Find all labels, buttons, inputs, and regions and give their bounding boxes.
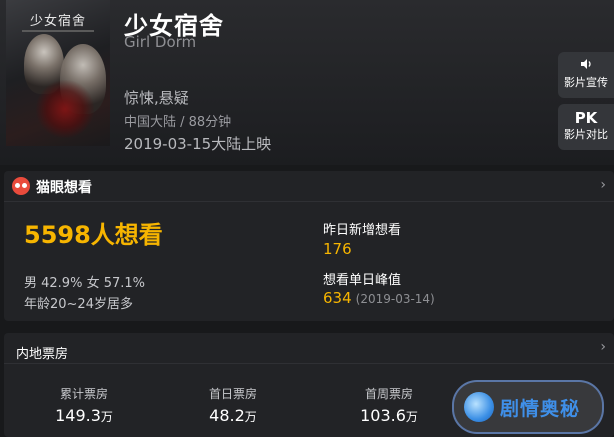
chevron-right-icon[interactable]: › bbox=[600, 339, 606, 355]
movie-genre: 惊悚,悬疑 bbox=[124, 89, 189, 107]
movie-english-title: Girl Dorm bbox=[124, 33, 197, 51]
movie-header: 少女宿舍 少女宿舍 Girl Dorm 惊悚,悬疑 中国大陆 / 88分钟 20… bbox=[0, 0, 614, 165]
box-office-first-day-value: 48.2 bbox=[209, 406, 245, 425]
yesterday-new-label: 昨日新增想看 bbox=[323, 223, 402, 238]
box-office-first-week-value: 103.6 bbox=[360, 406, 406, 425]
chevron-right-icon[interactable]: › bbox=[600, 177, 606, 193]
watermark-badge: 剧情奥秘 bbox=[452, 380, 604, 434]
poster-credit-line bbox=[22, 30, 94, 32]
daily-peak-date: (2019-03-14) bbox=[355, 292, 435, 306]
box-office-total-value-row: 149.3万 bbox=[29, 406, 139, 425]
box-office-title: 内地票房 bbox=[16, 347, 69, 362]
movie-release-date: 2019-03-15大陆上映 bbox=[124, 135, 272, 153]
box-office-first-day: 首日票房 48.2万 bbox=[178, 385, 288, 425]
movie-origin-duration: 中国大陆 / 88分钟 bbox=[124, 115, 232, 130]
want-to-see-total: 5598人想看 bbox=[24, 221, 163, 249]
box-office-total-unit: 万 bbox=[100, 410, 113, 424]
daily-peak-label: 想看单日峰值 bbox=[323, 273, 402, 288]
box-office-first-week-label: 首周票房 bbox=[364, 387, 413, 401]
pk-label: PK bbox=[574, 109, 598, 127]
poster-blood-stain bbox=[36, 80, 94, 138]
box-office-header[interactable]: 内地票房 › bbox=[4, 333, 614, 364]
gender-ratio: 男 42.9% 女 57.1% bbox=[24, 276, 145, 291]
maoyan-cat-icon bbox=[12, 177, 30, 195]
promo-button-label: 影片宣传 bbox=[564, 76, 608, 89]
box-office-total-label: 累计票房 bbox=[59, 387, 108, 401]
box-office-total: 累计票房 149.3万 bbox=[29, 385, 139, 425]
poster-title: 少女宿舍 bbox=[29, 14, 86, 29]
box-office-first-week-value-row: 103.6万 bbox=[334, 406, 444, 425]
yesterday-new-value: 176 bbox=[323, 240, 352, 258]
movie-poster[interactable]: 少女宿舍 bbox=[6, 0, 110, 146]
box-office-first-day-value-row: 48.2万 bbox=[178, 406, 288, 425]
box-office-first-day-label: 首日票房 bbox=[208, 387, 257, 401]
box-office-first-day-unit: 万 bbox=[244, 410, 257, 424]
promo-button[interactable]: 影片宣传 bbox=[558, 52, 614, 98]
maoyan-card-title: 猫眼想看 bbox=[36, 180, 92, 196]
speaker-icon bbox=[558, 57, 614, 75]
box-office-first-week: 首周票房 103.6万 bbox=[334, 385, 444, 425]
daily-peak-value: 634 bbox=[323, 289, 352, 307]
daily-peak-row: 634 (2019-03-14) bbox=[323, 289, 435, 307]
box-office-total-value: 149.3 bbox=[55, 406, 101, 425]
age-distribution: 年龄20~24岁居多 bbox=[24, 297, 133, 312]
compare-button[interactable]: PK 影片对比 bbox=[558, 104, 614, 150]
watermark-text: 剧情奥秘 bbox=[500, 398, 581, 420]
maoyan-card-header[interactable]: 猫眼想看 › bbox=[4, 171, 614, 202]
watermark-logo-icon bbox=[464, 392, 494, 422]
maoyan-want-card: 猫眼想看 › 5598人想看 男 42.9% 女 57.1% 年龄20~24岁居… bbox=[4, 171, 614, 321]
box-office-first-week-unit: 万 bbox=[405, 410, 418, 424]
compare-button-label: 影片对比 bbox=[564, 128, 608, 141]
